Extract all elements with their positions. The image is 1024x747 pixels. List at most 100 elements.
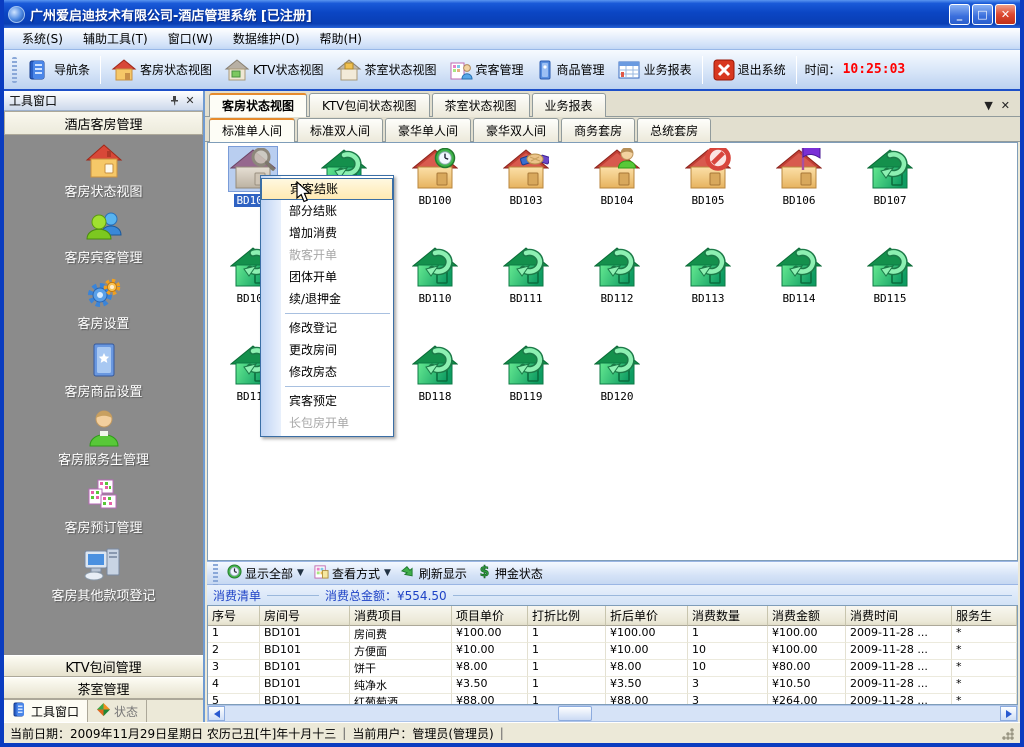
list-toolbar-button[interactable]: 刷新显示 [396,562,472,584]
context-menu-item[interactable]: 宾客预定 [261,390,393,412]
list-toolbar-button[interactable]: $押金状态 [472,562,548,584]
room-icon-vacant[interactable] [866,245,914,289]
sidebar-item[interactable]: 客房设置 [4,275,203,332]
sidebar-section-bar[interactable]: KTV包间管理 [4,655,203,677]
context-menu-item[interactable]: 修改登记 [261,317,393,339]
resize-grip[interactable] [1001,727,1014,740]
table-header-cell[interactable]: 服务生 [952,606,1017,626]
toolbar-button[interactable]: 退出系统 [707,56,792,84]
list-toolbar-button[interactable]: 查看方式▼ [309,562,396,584]
room-icon-vacant[interactable] [411,343,459,387]
sidebar-bottom-tab[interactable]: 工具窗口 [4,700,88,722]
room-BD119[interactable]: BD119 [484,343,568,403]
tab-close-icon[interactable]: ✕ [1001,99,1010,112]
toolbar-grip[interactable] [12,57,17,83]
room-icon-vacant[interactable] [775,245,823,289]
context-menu-item[interactable]: 团体开单 [261,266,393,288]
table-header-cell[interactable]: 序号 [208,606,260,626]
menu-item-0[interactable]: 系统(S) [12,28,73,49]
room-type-tab[interactable]: 豪华双人间 [473,118,559,142]
close-tool-window-icon[interactable]: ✕ [182,93,198,108]
room-BD104[interactable]: BD104 [575,147,659,207]
room-BD107[interactable]: BD107 [848,147,932,207]
room-BD114[interactable]: BD114 [757,245,841,305]
toolbar-button[interactable]: KTV状态视图 [218,56,329,84]
view-tab[interactable]: KTV包间状态视图 [309,93,429,117]
toolbar-button[interactable]: 茶室状态视图 [330,56,443,84]
tab-dropdown-icon[interactable]: ▼ [984,99,992,112]
room-type-tab[interactable]: 标准单人间 [209,118,295,142]
room-icon-vacant[interactable] [593,343,641,387]
view-tab[interactable]: 客房状态视图 [209,93,307,117]
toolbar-button[interactable]: 业务报表 [611,56,698,84]
toolbar-button[interactable]: 客房状态视图 [105,56,218,84]
sidebar-section-header[interactable]: 酒店客房管理 [4,111,203,135]
room-icon-vacant[interactable] [502,245,550,289]
menu-item-2[interactable]: 窗口(W) [158,28,223,49]
dropdown-arrow-icon[interactable]: ▼ [297,568,304,578]
context-menu-item[interactable]: 续/退押金 [261,288,393,310]
close-button[interactable]: ✕ [995,4,1016,25]
room-icon-vacant[interactable] [593,245,641,289]
table-row[interactable]: 2BD101方便面¥10.001¥10.0010¥100.002009-11-2… [208,643,1017,660]
room-icon-flag[interactable] [775,147,823,191]
context-menu-item[interactable]: 增加消费 [261,222,393,244]
table-header-cell[interactable]: 房间号 [260,606,350,626]
view-tab[interactable]: 茶室状态视图 [432,93,530,117]
room-BD103[interactable]: BD103 [484,147,568,207]
table-row[interactable]: 3BD101饼干¥8.001¥8.0010¥80.002009-11-28 ..… [208,660,1017,677]
table-header-cell[interactable]: 折后单价 [606,606,688,626]
room-icon-vacant[interactable] [866,147,914,191]
room-icon-handshake[interactable] [502,147,550,191]
table-row[interactable]: 4BD101纯净水¥3.501¥3.503¥10.502009-11-28 ..… [208,677,1017,694]
room-type-tab[interactable]: 标准双人间 [297,118,383,142]
list-toolbar-button[interactable]: 显示全部▼ [222,562,309,584]
room-BD100[interactable]: BD100 [393,147,477,207]
room-icon-clock[interactable] [411,147,459,191]
room-BD106[interactable]: BD106 [757,147,841,207]
toolbar-button[interactable]: 宾客管理 [443,56,530,84]
scrollbar-thumb[interactable] [558,706,592,721]
room-BD110[interactable]: BD110 [393,245,477,305]
maximize-button[interactable]: □ [972,4,993,25]
sidebar-section-bar[interactable]: 茶室管理 [4,677,203,699]
room-BD111[interactable]: BD111 [484,245,568,305]
table-header-cell[interactable]: 消费数量 [688,606,768,626]
table-header-cell[interactable]: 项目单价 [452,606,528,626]
sidebar-item[interactable]: 客房预订管理 [4,477,203,536]
sidebar-item[interactable]: 客房商品设置 [4,341,203,400]
table-row[interactable]: 5BD101红葡萄酒¥88.001¥88.003¥264.002009-11-2… [208,694,1017,705]
table-header-cell[interactable]: 消费时间 [846,606,952,626]
room-icon-vacant[interactable] [684,245,732,289]
toolbar-button[interactable]: 导航条 [21,56,96,84]
scroll-left-icon[interactable] [208,706,225,721]
menu-item-3[interactable]: 数据维护(D) [223,28,310,49]
scroll-right-icon[interactable] [1000,706,1017,721]
context-menu-item[interactable]: 部分结账 [261,200,393,222]
room-type-tab[interactable]: 总统套房 [637,118,711,142]
pin-icon[interactable] [166,93,182,108]
room-BD118[interactable]: BD118 [393,343,477,403]
room-BD115[interactable]: BD115 [848,245,932,305]
toolbar-button[interactable]: 商品管理 [530,56,611,84]
context-menu-item[interactable]: 宾客结账 [261,178,393,200]
table-header-cell[interactable]: 消费项目 [350,606,452,626]
table-header-cell[interactable]: 打折比例 [528,606,606,626]
sidebar-item[interactable]: 客房其他款项登记 [4,545,203,604]
dropdown-arrow-icon[interactable]: ▼ [384,568,391,578]
room-icon-vacant[interactable] [502,343,550,387]
room-BD113[interactable]: BD113 [666,245,750,305]
menu-item-4[interactable]: 帮助(H) [310,28,372,49]
sidebar-item[interactable]: 客房状态视图 [4,143,203,200]
room-type-tab[interactable]: 商务套房 [561,118,635,142]
sidebar-item[interactable]: 客房服务生管理 [4,409,203,468]
horizontal-scrollbar[interactable] [207,705,1018,722]
sidebar-bottom-tab[interactable]: 状态 [88,700,147,722]
room-type-tab[interactable]: 豪华单人间 [385,118,471,142]
room-BD120[interactable]: BD120 [575,343,659,403]
minimize-button[interactable]: _ [949,4,970,25]
bottom-toolbar-grip[interactable] [213,560,218,586]
table-header-cell[interactable]: 消费金额 [768,606,846,626]
room-icon-vacant[interactable] [411,245,459,289]
menu-item-1[interactable]: 辅助工具(T) [73,28,158,49]
